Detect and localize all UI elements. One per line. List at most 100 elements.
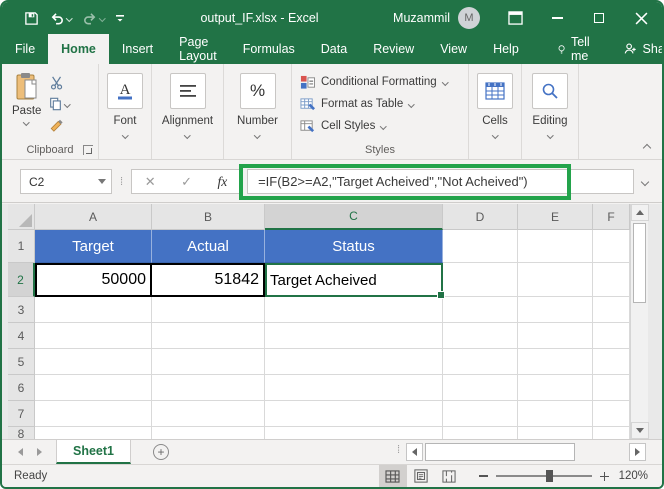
column-header-d[interactable]: D bbox=[443, 204, 518, 230]
formula-bar-splitter[interactable]: ⁞ bbox=[120, 176, 123, 188]
alignment-group[interactable]: Alignment bbox=[152, 64, 224, 159]
save-icon[interactable] bbox=[24, 11, 39, 26]
cell-A2[interactable]: 50000 bbox=[35, 263, 152, 297]
expand-formula-bar-icon[interactable] bbox=[634, 179, 656, 185]
prev-sheet-icon[interactable] bbox=[18, 448, 23, 456]
tab-page-layout[interactable]: Page Layout bbox=[166, 34, 230, 64]
scroll-up-icon[interactable] bbox=[631, 204, 649, 221]
cell[interactable] bbox=[152, 323, 265, 349]
cell[interactable] bbox=[593, 230, 630, 263]
scroll-left-icon[interactable] bbox=[406, 443, 423, 461]
cell[interactable] bbox=[152, 349, 265, 375]
select-all-button[interactable] bbox=[8, 204, 35, 230]
tab-home[interactable]: Home bbox=[48, 34, 109, 64]
column-header-a[interactable]: A bbox=[35, 204, 152, 230]
maximize-button[interactable] bbox=[578, 2, 620, 34]
font-group[interactable]: A Font bbox=[99, 64, 152, 159]
cell[interactable] bbox=[593, 349, 630, 375]
row-header-3[interactable]: 3 bbox=[8, 297, 35, 323]
tab-review[interactable]: Review bbox=[360, 34, 427, 64]
cell[interactable] bbox=[518, 263, 593, 297]
cell[interactable] bbox=[518, 323, 593, 349]
row-header-1[interactable]: 1 bbox=[8, 230, 35, 263]
cell[interactable] bbox=[593, 263, 630, 297]
column-header-b[interactable]: B bbox=[152, 204, 265, 230]
new-sheet-button[interactable]: + bbox=[153, 440, 169, 464]
number-dropdown-icon[interactable] bbox=[254, 132, 260, 138]
cell-C1[interactable]: Status bbox=[265, 230, 443, 263]
row-header-6[interactable]: 6 bbox=[8, 375, 35, 401]
cell[interactable] bbox=[152, 375, 265, 401]
paste-dropdown-icon[interactable] bbox=[24, 119, 30, 125]
vertical-scroll-thumb[interactable] bbox=[633, 223, 646, 303]
cell[interactable] bbox=[518, 375, 593, 401]
cell[interactable] bbox=[35, 375, 152, 401]
next-sheet-icon[interactable] bbox=[37, 448, 42, 456]
column-header-e[interactable]: E bbox=[518, 204, 593, 230]
close-button[interactable] bbox=[620, 2, 662, 34]
cell-B2[interactable]: 51842 bbox=[152, 263, 265, 297]
normal-view-icon[interactable] bbox=[379, 465, 407, 488]
format-painter-icon[interactable] bbox=[49, 118, 64, 132]
cell[interactable] bbox=[518, 349, 593, 375]
share-button[interactable]: Share bbox=[607, 34, 664, 64]
tab-data[interactable]: Data bbox=[308, 34, 360, 64]
cell[interactable] bbox=[265, 323, 443, 349]
cell-styles-dropdown-icon[interactable] bbox=[380, 123, 386, 129]
clipboard-dialog-launcher-icon[interactable] bbox=[83, 145, 93, 155]
ribbon-display-options-icon[interactable] bbox=[494, 2, 536, 34]
vertical-scrollbar[interactable] bbox=[630, 204, 648, 439]
cell[interactable] bbox=[518, 230, 593, 263]
redo-button[interactable] bbox=[82, 11, 105, 26]
formula-input[interactable]: =IF(B2>=A2,"Target Acheived","Not Acheiv… bbox=[247, 169, 634, 194]
enter-icon[interactable]: ✓ bbox=[181, 174, 192, 190]
cell[interactable] bbox=[593, 375, 630, 401]
row-header-4[interactable]: 4 bbox=[8, 323, 35, 349]
tell-me-box[interactable]: Tell me bbox=[546, 34, 607, 64]
column-header-f[interactable]: F bbox=[593, 204, 630, 230]
zoom-level[interactable]: 120% bbox=[619, 470, 648, 482]
number-group[interactable]: % Number bbox=[224, 64, 292, 159]
zoom-out-icon[interactable] bbox=[479, 475, 488, 477]
copy-button[interactable] bbox=[49, 97, 70, 111]
redo-dropdown-icon[interactable] bbox=[99, 15, 105, 21]
cell[interactable] bbox=[35, 401, 152, 427]
name-box-dropdown-icon[interactable] bbox=[93, 170, 111, 193]
cell[interactable] bbox=[443, 230, 518, 263]
horizontal-scroll-thumb[interactable] bbox=[425, 443, 575, 461]
cell-A1[interactable]: Target bbox=[35, 230, 152, 263]
zoom-slider[interactable] bbox=[496, 475, 592, 477]
tab-insert[interactable]: Insert bbox=[109, 34, 166, 64]
cell[interactable] bbox=[443, 297, 518, 323]
cell[interactable] bbox=[593, 401, 630, 427]
cell-C2-active[interactable]: Target Acheived bbox=[265, 263, 443, 297]
cell[interactable] bbox=[265, 401, 443, 427]
page-break-preview-icon[interactable] bbox=[435, 465, 463, 488]
cells-dropdown-icon[interactable] bbox=[492, 132, 498, 138]
tab-file[interactable]: File bbox=[2, 34, 48, 64]
format-as-table-dropdown-icon[interactable] bbox=[408, 101, 414, 107]
cancel-icon[interactable]: ✕ bbox=[145, 174, 156, 190]
cell[interactable] bbox=[518, 401, 593, 427]
row-header-5[interactable]: 5 bbox=[8, 349, 35, 375]
cut-icon[interactable] bbox=[49, 76, 65, 90]
cell[interactable] bbox=[265, 297, 443, 323]
user-block[interactable]: Muzammil M bbox=[393, 7, 480, 29]
alignment-dropdown-icon[interactable] bbox=[184, 132, 190, 138]
paste-button[interactable]: Paste bbox=[12, 72, 41, 132]
undo-button[interactable] bbox=[49, 11, 72, 26]
scroll-right-icon[interactable] bbox=[629, 443, 646, 461]
cell[interactable] bbox=[265, 375, 443, 401]
editing-group[interactable]: Editing bbox=[522, 64, 579, 159]
cell[interactable] bbox=[443, 323, 518, 349]
cell[interactable] bbox=[35, 349, 152, 375]
font-dropdown-icon[interactable] bbox=[122, 132, 128, 138]
copy-dropdown-icon[interactable] bbox=[64, 101, 70, 107]
row-header-7[interactable]: 7 bbox=[8, 401, 35, 427]
avatar[interactable]: M bbox=[458, 7, 480, 29]
cell[interactable] bbox=[443, 401, 518, 427]
collapse-ribbon-icon[interactable] bbox=[643, 144, 651, 152]
cell[interactable] bbox=[35, 323, 152, 349]
cell-B1[interactable]: Actual bbox=[152, 230, 265, 263]
customize-qat-icon[interactable] bbox=[114, 12, 126, 24]
